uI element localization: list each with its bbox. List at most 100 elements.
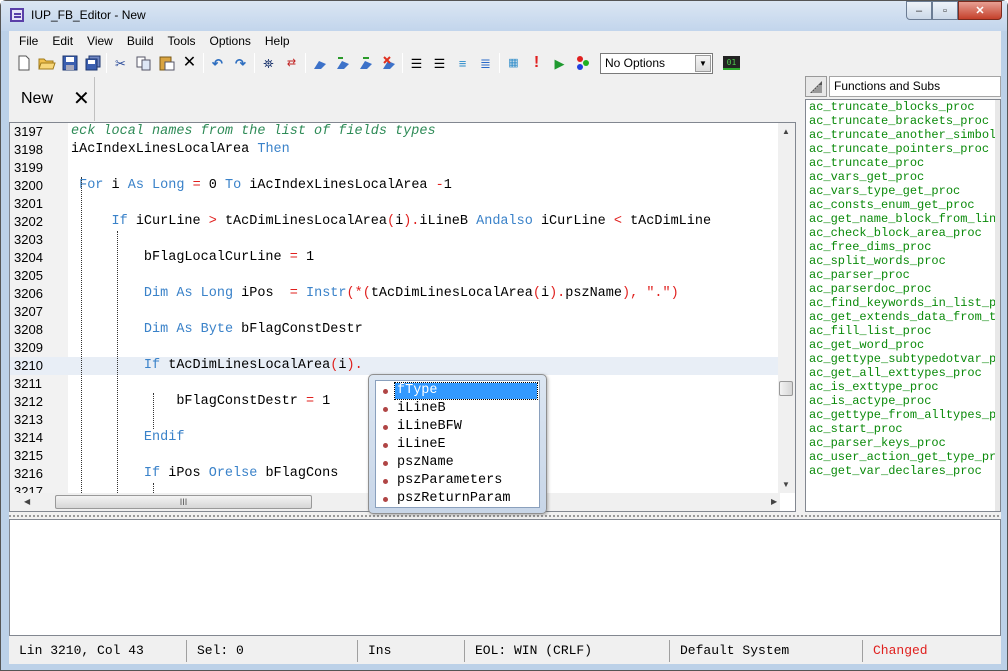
function-item[interactable]: ac_consts_enum_get_proc [806,198,1000,212]
close-button[interactable]: ✕ [958,1,1002,20]
code-text[interactable]: Dim As Byte bFlagConstDestr [71,321,363,339]
function-item[interactable]: ac_truncate_pointers_proc [806,142,1000,156]
new-file-button[interactable] [12,52,35,74]
open-button[interactable] [35,52,58,74]
autocomplete-item[interactable]: pszReturnParam [378,490,537,508]
redo-button[interactable]: ↷ [229,52,252,74]
scroll-right-icon[interactable]: ▶ [771,497,777,506]
code-line[interactable]: 3200 For i As Long = 0 To iAcIndexLinesL… [10,177,780,195]
indent-button[interactable]: ☰ [405,52,428,74]
menu-tools[interactable]: Tools [161,31,203,51]
autocomplete-item[interactable]: pszParameters [378,472,537,490]
code-text[interactable]: eck local names from the list of fields … [71,123,436,141]
autocomplete-item[interactable]: pszName [378,454,537,472]
function-item[interactable]: ac_truncate_proc [806,156,1000,170]
undo-button[interactable]: ↶ [206,52,229,74]
scroll-down-icon[interactable]: ▼ [782,480,790,489]
minimize-button[interactable]: ‒ [906,1,932,20]
function-item[interactable]: ac_vars_type_get_proc [806,184,1000,198]
editor-vscroll-thumb[interactable] [779,381,793,396]
autocomplete-list[interactable]: fType iLineB iLineBFW iLineE pszName pszParam… [375,380,540,508]
function-item[interactable]: ac_is_exttype_proc [806,380,1000,394]
paste-button[interactable] [155,52,178,74]
replace-button[interactable]: ⇄ [280,52,303,74]
find-button[interactable]: ⛯ [257,52,280,74]
function-item[interactable]: ac_truncate_another_simbols_ [806,128,1000,142]
code-line[interactable]: 3199 [10,159,780,177]
code-text[interactable]: iAcIndexLinesLocalArea Then [71,141,290,159]
delete-button[interactable]: ✕ [178,52,201,74]
tab-close-icon[interactable]: ✕ [73,89,90,109]
code-text[interactable]: Endif [71,429,185,447]
cut-button[interactable]: ✂ [109,52,132,74]
editor-vertical-scrollbar[interactable]: ▲ ▼ [778,123,795,493]
output-panel[interactable] [9,519,1001,636]
function-item[interactable]: ac_get_name_block_from_line_ [806,212,1000,226]
function-item[interactable]: ac_get_extends_data_from_typ [806,310,1000,324]
autocomplete-item[interactable]: iLineB [378,400,537,418]
code-line[interactable]: 3206 Dim As Long iPos = Instr(*(tAcDimLi… [10,285,780,303]
format-button[interactable]: ≡ [451,52,474,74]
run-button[interactable]: ▶ [548,52,571,74]
functions-scrollbar[interactable] [995,100,1000,511]
code-line[interactable]: 3205 [10,267,780,285]
error-button[interactable]: ! [525,52,548,74]
menu-help[interactable]: Help [258,31,297,51]
code-text[interactable]: Dim As Long iPos = Instr(*(tAcDimLinesLo… [71,285,679,303]
code-line[interactable]: 3197 eck local names from the list of fie… [10,123,780,141]
code-line[interactable]: 3204 bFlagLocalCurLine = 1 [10,249,780,267]
function-item[interactable]: ac_start_proc [806,422,1000,436]
code-line[interactable]: 3209 [10,339,780,357]
code-line[interactable]: 3201 [10,195,780,213]
code-text[interactable]: If iPos Orelse bFlagCons [71,465,338,483]
function-item[interactable]: ac_fill_list_proc [806,324,1000,338]
autocomplete-item[interactable]: fType [378,382,538,400]
function-item[interactable]: ac_parserdoc_proc [806,282,1000,296]
code-text[interactable]: bFlagLocalCurLine = 1 [71,249,314,267]
autocomplete-item[interactable]: iLineE [378,436,537,454]
save-all-button[interactable] [81,52,104,74]
function-item[interactable]: ac_split_words_proc [806,254,1000,268]
functions-menu-button[interactable] [805,76,827,97]
function-item[interactable]: ac_gettype_from_alltypes_pro [806,408,1000,422]
compile-button[interactable]: ▦ [502,52,525,74]
function-item[interactable]: ac_parser_keys_proc [806,436,1000,450]
tab-new[interactable]: New ✕ [9,77,95,121]
function-item[interactable]: ac_get_var_declares_proc [806,464,1000,478]
menu-file[interactable]: File [12,31,45,51]
functions-list[interactable]: ac_truncate_blocks_proc ac_truncate_brack… [805,99,1001,512]
copy-button[interactable] [132,52,155,74]
code-line[interactable]: 3202 If iCurLine > tAcDimLinesLocalArea(… [10,213,780,231]
code-line[interactable]: 3203 [10,231,780,249]
code-line[interactable]: 3198 iAcIndexLinesLocalArea Then [10,141,780,159]
function-item[interactable]: ac_parser_proc [806,268,1000,282]
scroll-left-icon[interactable]: ◀ [24,497,30,506]
terminal-button[interactable]: 01 [723,56,740,70]
function-item[interactable]: ac_user_action_get_type_proc [806,450,1000,464]
bookmark-next-button[interactable] [354,52,377,74]
bookmark-prev-button[interactable] [331,52,354,74]
function-item[interactable]: ac_get_word_proc [806,338,1000,352]
menu-view[interactable]: View [80,31,120,51]
function-item[interactable]: ac_free_dims_proc [806,240,1000,254]
code-line[interactable]: 3208 Dim As Byte bFlagConstDestr [10,321,780,339]
build-options-select[interactable]: No Options ▼ [600,52,713,74]
code-line[interactable]: 3210 If tAcDimLinesLocalArea(i). [10,357,780,375]
menu-edit[interactable]: Edit [45,31,80,51]
code-text[interactable]: For i As Long = 0 To iAcIndexLinesLocalA… [71,177,452,195]
code-line[interactable]: 3207 [10,303,780,321]
function-item[interactable]: ac_get_all_exttypes_proc [806,366,1000,380]
menu-options[interactable]: Options [203,31,258,51]
outdent-button[interactable]: ☰ [428,52,451,74]
code-text[interactable]: If iCurLine > tAcDimLinesLocalArea(i).iL… [71,213,712,231]
function-item[interactable]: ac_truncate_brackets_proc [806,114,1000,128]
code-text[interactable]: If tAcDimLinesLocalArea(i). [71,357,363,375]
editor-hscroll-thumb[interactable]: III [55,495,312,509]
function-item[interactable]: ac_truncate_blocks_proc [806,100,1000,114]
bookmark-toggle-button[interactable] [308,52,331,74]
colors-button[interactable] [571,52,594,74]
title-bar[interactable]: IUP_FB_Editor - New ‒ ▫ ✕ [1,1,1007,31]
menu-build[interactable]: Build [120,31,161,51]
function-item[interactable]: ac_find_keywords_in_list_pro [806,296,1000,310]
function-item[interactable]: ac_check_block_area_proc [806,226,1000,240]
